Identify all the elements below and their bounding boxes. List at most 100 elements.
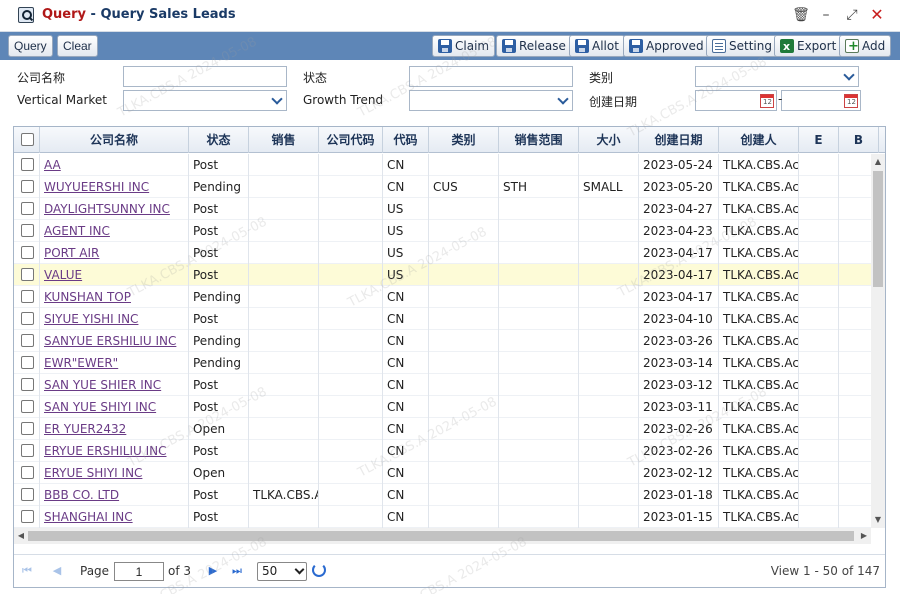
row-checkbox[interactable] [21, 400, 34, 413]
first-page-icon[interactable]: ⏮ [20, 564, 34, 578]
growth-trend-select[interactable] [409, 90, 573, 111]
header-e[interactable]: E [799, 127, 839, 153]
header-category[interactable]: 类别 [429, 127, 499, 153]
setting-button[interactable]: Setting [706, 35, 778, 57]
cell-company[interactable]: SIYUE YISHI INC [40, 308, 189, 330]
cell-company[interactable]: PORT AIR [40, 242, 189, 264]
category-select[interactable] [695, 66, 859, 87]
cell-company[interactable]: SANYUE ERSHILIU INC [40, 330, 189, 352]
cell-company[interactable]: SAN YUE SHIER INC [40, 374, 189, 396]
row-checkbox[interactable] [21, 510, 34, 523]
table-row[interactable]: SHANGHAI INC Post CN 2023-01-15 TLKA.CBS.Ac [14, 506, 871, 528]
row-checkbox[interactable] [21, 334, 34, 347]
page-size-select[interactable]: 50 [257, 562, 307, 581]
prev-page-icon[interactable]: ◀ [50, 564, 64, 578]
horizontal-scroll-thumb[interactable] [28, 531, 854, 541]
table-row[interactable]: BBB CO. LTD Post TLKA.CBS.A CN 2023-01-18 TLK… [14, 484, 871, 506]
row-checkbox[interactable] [21, 378, 34, 391]
row-checkbox[interactable] [21, 224, 34, 237]
vertical-market-select[interactable] [123, 90, 287, 111]
table-row[interactable]: ER YUER2432 Open CN 2023-02-26 TLKA.CBS.Ac [14, 418, 871, 440]
cell-company[interactable]: WUYUEERSHI INC [40, 176, 189, 198]
scroll-down-icon[interactable]: ▼ [873, 515, 883, 525]
company-name-input[interactable] [123, 66, 287, 87]
row-checkbox[interactable] [21, 268, 34, 281]
delete-icon[interactable]: 🗑 [792, 6, 810, 24]
close-icon[interactable]: ✕ [868, 6, 886, 24]
row-checkbox[interactable] [21, 158, 34, 171]
table-row[interactable]: WUYUEERSHI INC Pending CN CUS STH SMALL 2023-0… [14, 176, 871, 198]
last-page-icon[interactable]: ⏭ [230, 564, 244, 578]
table-row[interactable]: ERYUE ERSHILIU INC Post CN 2023-02-26 TLKA.C… [14, 440, 871, 462]
approved-button[interactable]: Approved [623, 35, 710, 57]
table-row[interactable]: VALUE Post US 2023-04-17 TLKA.CBS.Ac [14, 264, 871, 286]
row-checkbox[interactable] [21, 312, 34, 325]
header-status[interactable]: 状态 [189, 127, 249, 153]
table-row[interactable]: ERYUE SHIYI INC Open CN 2023-02-12 TLKA.CBS.… [14, 462, 871, 484]
header-code[interactable]: 代码 [383, 127, 429, 153]
row-checkbox[interactable] [21, 246, 34, 259]
row-checkbox[interactable] [21, 180, 34, 193]
refresh-icon[interactable] [312, 563, 326, 577]
table-row[interactable]: SIYUE YISHI INC Post CN 2023-04-10 TLKA.CBS.… [14, 308, 871, 330]
cell-company[interactable]: SHANGHAI INC [40, 506, 189, 528]
cell-company[interactable]: ERYUE ERSHILIU INC [40, 440, 189, 462]
row-checkbox[interactable] [21, 290, 34, 303]
table-row[interactable]: SAN YUE SHIYI INC Post CN 2023-03-11 TLKA.CB… [14, 396, 871, 418]
vertical-scroll-thumb[interactable] [873, 171, 883, 287]
table-row[interactable]: AA Post CN 2023-05-24 TLKA.CBS.Ac [14, 154, 871, 176]
next-page-icon[interactable]: ▶ [206, 564, 220, 578]
select-all-checkbox[interactable] [21, 133, 34, 146]
table-row[interactable]: KUNSHAN TOP Pending CN 2023-04-17 TLKA.CBS.A… [14, 286, 871, 308]
horizontal-scrollbar[interactable]: ◀ ▶ [14, 528, 871, 544]
query-button[interactable]: Query [8, 35, 53, 57]
header-sales-range[interactable]: 销售范围 [499, 127, 579, 153]
minimize-icon[interactable]: – [817, 6, 835, 24]
cell-company[interactable]: AA [40, 154, 189, 176]
scroll-left-icon[interactable]: ◀ [16, 531, 26, 541]
created-date-to-input[interactable] [781, 90, 861, 111]
header-company-code[interactable]: 公司代码 [319, 127, 383, 153]
cell-company[interactable]: ERYUE SHIYI INC [40, 462, 189, 484]
cell-company[interactable]: DAYLIGHTSUNNY INC [40, 198, 189, 220]
allot-button[interactable]: Allot [569, 35, 625, 57]
header-created-date[interactable]: 创建日期 [639, 127, 719, 153]
status-input[interactable] [409, 66, 573, 87]
table-row[interactable]: PORT AIR Post US 2023-04-17 TLKA.CBS.Ac [14, 242, 871, 264]
cell-company[interactable]: KUNSHAN TOP [40, 286, 189, 308]
release-button[interactable]: Release [496, 35, 572, 57]
header-creator[interactable]: 创建人 [719, 127, 799, 153]
row-checkbox[interactable] [21, 488, 34, 501]
table-row[interactable]: SANYUE ERSHILIU INC Pending CN 2023-03-26 TL… [14, 330, 871, 352]
calendar-icon[interactable] [844, 94, 858, 108]
cell-company[interactable]: AGENT INC [40, 220, 189, 242]
page-number-input[interactable] [114, 562, 164, 581]
row-checkbox[interactable] [21, 202, 34, 215]
row-checkbox[interactable] [21, 466, 34, 479]
header-sales[interactable]: 销售 [249, 127, 319, 153]
cell-company[interactable]: VALUE [40, 264, 189, 286]
add-button[interactable]: Add [839, 35, 892, 57]
header-size[interactable]: 大小 [579, 127, 639, 153]
table-row[interactable]: AGENT INC Post US 2023-04-23 TLKA.CBS.Ac [14, 220, 871, 242]
row-checkbox[interactable] [21, 422, 34, 435]
created-date-from-input[interactable] [695, 90, 777, 111]
row-checkbox[interactable] [21, 444, 34, 457]
cell-company[interactable]: EWR"EWER" [40, 352, 189, 374]
cell-company[interactable]: BBB CO. LTD [40, 484, 189, 506]
cell-company[interactable]: ER YUER2432 [40, 418, 189, 440]
header-b[interactable]: B [839, 127, 879, 153]
vertical-scrollbar[interactable]: ▲ ▼ [871, 154, 885, 528]
table-row[interactable]: SAN YUE SHIER INC Post CN 2023-03-12 TLKA.CB… [14, 374, 871, 396]
maximize-icon[interactable]: ⤢ [843, 6, 861, 24]
row-checkbox[interactable] [21, 356, 34, 369]
header-company[interactable]: 公司名称 [40, 127, 189, 153]
table-row[interactable]: EWR"EWER" Pending CN 2023-03-14 TLKA.CBS.Ac [14, 352, 871, 374]
calendar-icon[interactable] [760, 94, 774, 108]
cell-company[interactable]: SAN YUE SHIYI INC [40, 396, 189, 418]
clear-button[interactable]: Clear [57, 35, 98, 57]
claim-button[interactable]: Claim [432, 35, 496, 57]
table-row[interactable]: DAYLIGHTSUNNY INC Post US 2023-04-27 TLKA.CB… [14, 198, 871, 220]
scroll-up-icon[interactable]: ▲ [873, 157, 883, 167]
scroll-right-icon[interactable]: ▶ [859, 531, 869, 541]
